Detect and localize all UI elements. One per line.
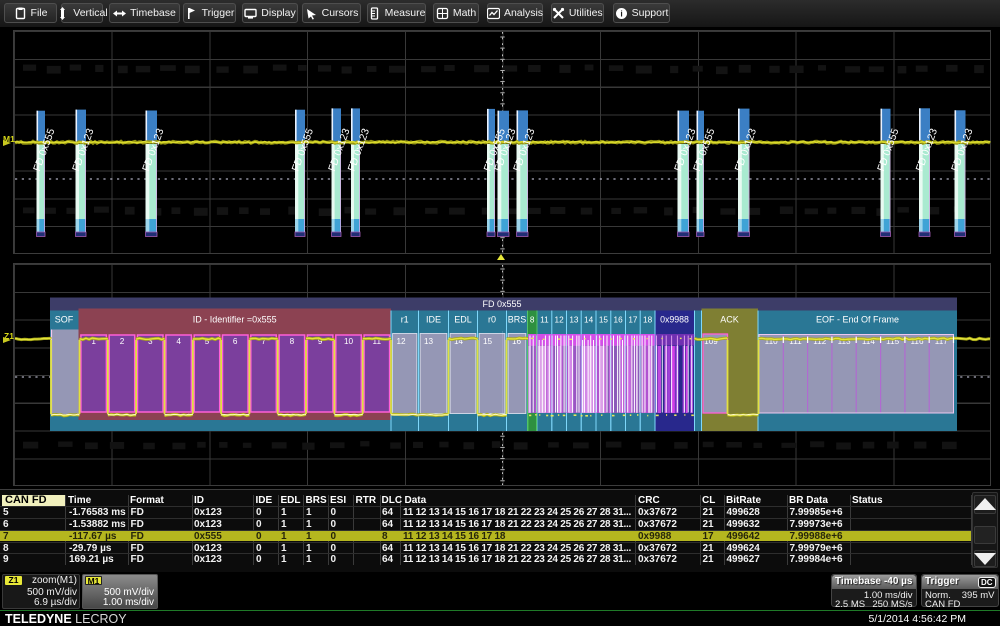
- svg-text:14: 14: [584, 315, 594, 324]
- svg-text:IDE: IDE: [425, 314, 440, 324]
- svg-text:16: 16: [613, 315, 623, 324]
- svg-text:8: 8: [289, 337, 294, 346]
- svg-text:FD 0x555: FD 0x555: [482, 299, 521, 309]
- svg-text:EDL: EDL: [454, 314, 472, 324]
- svg-text:13: 13: [569, 315, 579, 324]
- svg-text:17: 17: [628, 315, 638, 324]
- svg-text:ID - Identifier =0x555: ID - Identifier =0x555: [192, 314, 276, 324]
- svg-text:4: 4: [176, 337, 181, 346]
- svg-text:0x9988: 0x9988: [660, 314, 689, 324]
- svg-text:11: 11: [540, 315, 549, 324]
- svg-text:r0: r0: [487, 314, 495, 324]
- svg-text:15: 15: [598, 315, 608, 324]
- svg-text:15: 15: [482, 337, 492, 346]
- svg-text:2: 2: [119, 337, 124, 346]
- svg-text:r1: r1: [400, 314, 408, 324]
- svg-text:SOF: SOF: [54, 314, 73, 324]
- svg-text:12: 12: [554, 315, 564, 324]
- svg-text:12: 12: [396, 337, 406, 346]
- svg-text:6: 6: [232, 337, 237, 346]
- svg-text:BRS: BRS: [507, 314, 526, 324]
- svg-text:10: 10: [343, 337, 353, 346]
- svg-text:i: i: [620, 8, 622, 18]
- svg-text:ACK: ACK: [720, 314, 739, 324]
- svg-text:13: 13: [423, 337, 433, 346]
- svg-text:8: 8: [529, 315, 534, 324]
- svg-text:18: 18: [643, 315, 653, 324]
- svg-text:EOF - End Of Frame: EOF - End Of Frame: [815, 314, 898, 324]
